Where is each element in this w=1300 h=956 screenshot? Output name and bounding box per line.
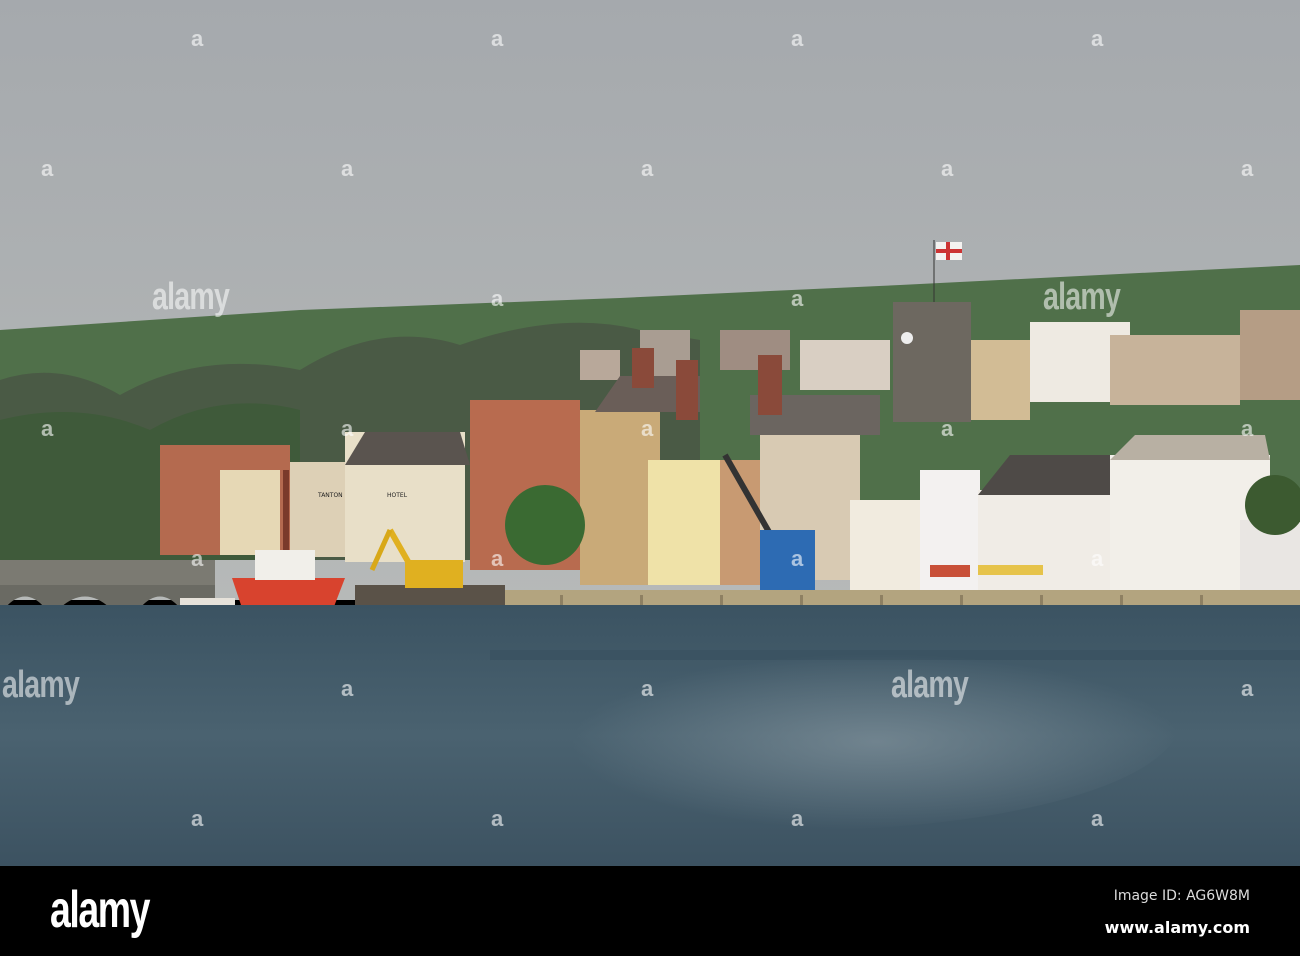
watermark: alamy xyxy=(152,276,230,318)
watermark-mark: a xyxy=(1091,26,1104,51)
watermark-mark: a xyxy=(1091,546,1104,571)
watermark-mark: a xyxy=(791,26,804,51)
watermark-mark: a xyxy=(791,286,804,311)
watermark-mark: a xyxy=(491,26,504,51)
watermark-mark: a xyxy=(341,416,354,441)
watermark-mark: a xyxy=(191,806,204,831)
watermark: alamy xyxy=(1043,276,1121,318)
watermark-mark: a xyxy=(791,546,804,571)
watermark: alamy xyxy=(2,664,80,706)
watermark-mark: a xyxy=(791,806,804,831)
watermark-mark: a xyxy=(491,546,504,571)
tanton-sign: TANTON xyxy=(317,492,343,499)
watermark-mark: a xyxy=(191,546,204,571)
watermark-mark: a xyxy=(641,676,654,701)
watermark-mark: a xyxy=(491,806,504,831)
watermark-mark: a xyxy=(1091,806,1104,831)
stock-photo: TANTON HOTEL alamy alamy alamy alamy a a… xyxy=(0,0,1300,956)
hotel-sign: HOTEL xyxy=(387,492,408,499)
tree xyxy=(505,485,585,565)
watermark-mark: a xyxy=(641,416,654,441)
website-link[interactable]: www.alamy.com xyxy=(1105,918,1250,937)
watermark-mark: a xyxy=(1241,416,1254,441)
watermark-mark: a xyxy=(491,286,504,311)
watermark-mark: a xyxy=(1241,156,1254,181)
watermark-mark: a xyxy=(341,676,354,701)
watermark-mark: a xyxy=(41,156,54,181)
watermark-mark: a xyxy=(341,156,354,181)
watermark-mark: a xyxy=(41,416,54,441)
watermark: alamy xyxy=(891,664,969,706)
watermark-mark: a xyxy=(641,156,654,181)
watermark-mark: a xyxy=(191,26,204,51)
footer-bar: alamy Image ID: AG6W8M www.alamy.com xyxy=(0,866,1300,956)
watermark-mark: a xyxy=(941,416,954,441)
watermark-mark: a xyxy=(1241,676,1254,701)
watermark-mark: a xyxy=(941,156,954,181)
alamy-logo: alamy xyxy=(50,881,150,939)
image-id: Image ID: AG6W8M xyxy=(1113,888,1250,904)
